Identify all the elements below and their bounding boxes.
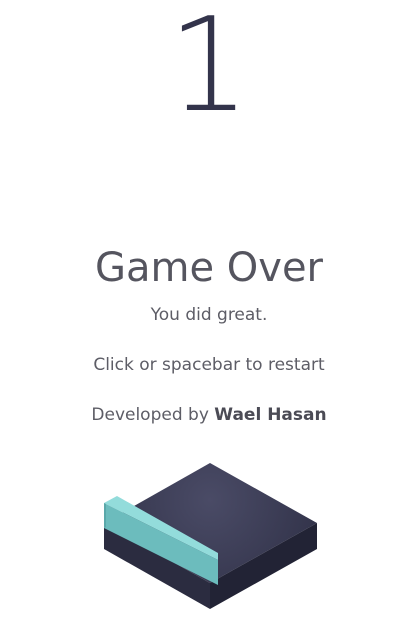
stack-block-scene — [104, 463, 317, 609]
teal-slab-edge — [104, 503, 106, 528]
game-stage[interactable]: 1 Game Over You did great. Click or spac… — [0, 0, 418, 629]
